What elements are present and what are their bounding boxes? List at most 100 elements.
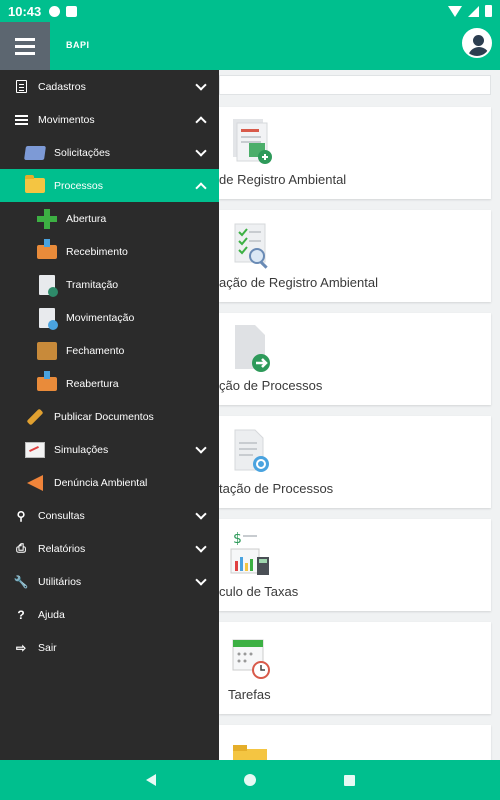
card-label: Tarefas: [228, 687, 271, 702]
signal-icon: [468, 5, 479, 17]
menu-item-label: Abertura: [66, 212, 107, 225]
card-partial[interactable]: [219, 725, 491, 760]
wifi-icon: [448, 5, 462, 17]
document-forward-icon: [36, 274, 58, 297]
chevron-down-icon: [195, 145, 207, 157]
question-icon: ?: [17, 607, 25, 622]
menu-item-label: Fechamento: [66, 344, 125, 357]
recent-apps-icon[interactable]: [343, 774, 355, 786]
document-sync-icon: [234, 429, 269, 472]
card-label: tação de Processos: [219, 481, 334, 496]
hamburger-icon-bar: [15, 37, 35, 41]
list-icon: [12, 111, 30, 129]
calculator-chart-icon: $: [230, 531, 269, 575]
menu-item-label: Publicar Documentos: [54, 410, 154, 423]
chevron-down-icon: [195, 79, 207, 91]
menu-item-utilitarios[interactable]: 🔧 Utilitários: [0, 565, 219, 598]
menu-item-consultas[interactable]: ⚲ Consultas: [0, 499, 219, 532]
status-bar: 10:43: [0, 0, 500, 22]
inbox-tray-icon: [36, 238, 58, 263]
menu-item-simulacoes[interactable]: Simulações: [0, 433, 219, 466]
menu-item-label: Tramitação: [66, 278, 119, 291]
menu-item-label: Movimentação: [66, 311, 135, 324]
menu-item-denuncia-ambiental[interactable]: Denúncia Ambiental: [0, 466, 219, 499]
menu-item-movimentacao[interactable]: Movimentação: [0, 301, 219, 334]
card-tarefas[interactable]: Tarefas: [219, 622, 491, 714]
menu-item-relatorios[interactable]: ⎙ Relatórios: [0, 532, 219, 565]
menu-item-movimentos[interactable]: Movimentos: [0, 103, 219, 136]
menu-item-label: Ajuda: [38, 608, 65, 621]
menu-item-label: Simulações: [54, 443, 109, 456]
menu-item-label: Consultas: [38, 509, 85, 522]
document-forward-icon: [235, 325, 270, 372]
card-movimentacao-processos[interactable]: tação de Processos: [219, 416, 491, 508]
pen-icon: [24, 406, 46, 428]
menu-item-abertura[interactable]: Abertura: [0, 202, 219, 235]
hamburger-icon-bar: [15, 51, 35, 55]
menu-item-ajuda[interactable]: ? Ajuda: [0, 598, 219, 631]
home-icon[interactable]: [243, 774, 256, 786]
menu-item-label: Cadastros: [38, 80, 86, 93]
menu-item-sair[interactable]: ⇨ Sair: [0, 631, 219, 664]
status-time: 10:43: [8, 3, 42, 19]
app-logo: BAPI: [66, 40, 90, 50]
chevron-down-icon: [195, 574, 207, 586]
card-label: culo de Taxas: [219, 584, 299, 599]
card-tramitacao-processos[interactable]: ção de Processos: [219, 313, 491, 405]
back-icon[interactable]: [145, 774, 156, 786]
megaphone-icon: [24, 472, 46, 494]
checklist-search-icon: [234, 223, 268, 269]
menu-item-tramitacao[interactable]: Tramitação: [0, 268, 219, 301]
app-bar: BAPI: [0, 22, 500, 70]
card-label: de Registro Ambiental: [219, 172, 347, 187]
card-registro-ambiental[interactable]: de Registro Ambiental: [219, 107, 491, 199]
card-consulta-registro-ambiental[interactable]: ação de Registro Ambiental: [219, 210, 491, 302]
plus-icon: [36, 208, 58, 230]
logout-icon: ⇨: [15, 640, 27, 655]
menu-item-publicar-documentos[interactable]: Publicar Documentos: [0, 400, 219, 433]
folder-icon: [233, 745, 267, 760]
document-icon: [12, 78, 30, 96]
wrench-icon: 🔧: [13, 574, 29, 589]
user-icon-body: [468, 47, 490, 56]
menu-item-processos[interactable]: Processos: [0, 169, 219, 202]
menu-item-label: Solicitações: [54, 146, 111, 159]
menu-item-label: Relatórios: [38, 542, 86, 555]
menu-item-solicitacoes[interactable]: Solicitações: [0, 136, 219, 169]
document-add-icon: [233, 119, 272, 164]
card-label: ação de Registro Ambiental: [219, 275, 378, 290]
calendar-clock-icon: [232, 639, 270, 679]
menu-item-recebimento[interactable]: Recebimento: [0, 235, 219, 268]
search-input[interactable]: [219, 75, 491, 95]
menu-item-fechamento[interactable]: Fechamento: [0, 334, 219, 367]
chevron-down-icon: [195, 541, 207, 553]
card-label: ção de Processos: [219, 378, 323, 393]
printer-icon: ⎙: [16, 541, 26, 555]
chevron-up-icon: [195, 182, 207, 194]
chevron-down-icon: [195, 442, 207, 454]
user-icon-head: [473, 35, 484, 46]
menu-item-label: Processos: [54, 179, 104, 192]
navigation-drawer: Cadastros Movimentos Solicitações Proces…: [0, 70, 219, 760]
presentation-board-icon: [24, 439, 46, 461]
document-sync-icon: [36, 307, 58, 330]
svg-text:$: $: [233, 531, 242, 547]
chevron-down-icon: [195, 508, 207, 520]
menu-item-label: Denúncia Ambiental: [54, 476, 148, 489]
card-calculo-taxas[interactable]: $ culo de Taxas: [219, 519, 491, 611]
sd-card-icon: [66, 5, 78, 17]
folder-icon: [24, 175, 46, 197]
battery-icon: [485, 5, 492, 17]
menu-item-label: Movimentos: [38, 113, 95, 126]
user-avatar-button[interactable]: [462, 28, 492, 58]
menu-item-label: Reabertura: [66, 377, 119, 390]
notification-icon: [49, 5, 61, 17]
menu-item-cadastros[interactable]: Cadastros: [0, 70, 219, 103]
menu-item-reabertura[interactable]: Reabertura: [0, 367, 219, 400]
menu-item-label: Recebimento: [66, 245, 128, 258]
menu-item-label: Sair: [38, 641, 57, 654]
hamburger-menu-button[interactable]: [0, 22, 50, 70]
envelope-icon: [24, 142, 46, 164]
box-closed-icon: [36, 340, 58, 362]
hamburger-icon-bar: [15, 44, 35, 48]
